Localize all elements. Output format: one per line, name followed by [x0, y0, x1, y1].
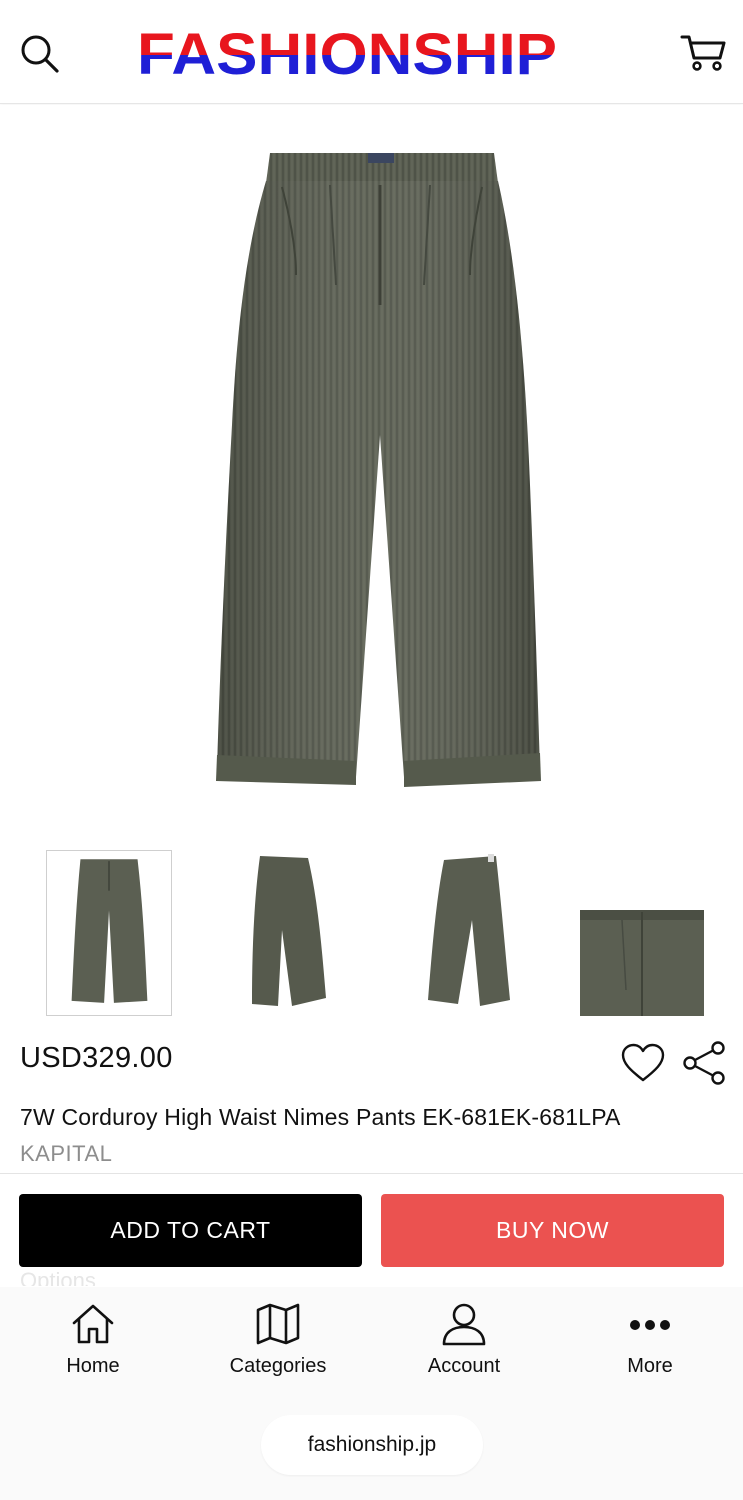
share-icon[interactable]	[680, 1040, 728, 1086]
tab-home-label: Home	[66, 1355, 120, 1377]
tab-categories[interactable]: Categories	[185, 1301, 371, 1391]
cart-icon[interactable]	[680, 32, 726, 72]
more-icon	[630, 1320, 670, 1330]
tab-more[interactable]: More	[557, 1301, 743, 1391]
options-label: Options	[20, 1268, 96, 1286]
tab-home[interactable]: Home	[0, 1301, 186, 1391]
product-main-image[interactable]	[0, 105, 743, 835]
heart-icon[interactable]	[620, 1042, 666, 1084]
thumbnail-side[interactable]	[232, 850, 358, 1016]
thumbnail-strip	[0, 850, 743, 1020]
tab-account-label: Account	[427, 1355, 501, 1377]
add-to-cart-button[interactable]: ADD TO CART	[19, 1194, 362, 1267]
home-icon	[72, 1304, 114, 1344]
user-icon	[442, 1303, 486, 1346]
site-logo[interactable]: FASHIONSHIP FASHIONSHIP	[134, 22, 560, 84]
map-icon	[256, 1303, 300, 1345]
bottom-tab-bar: Home Categories Account More fashionship…	[0, 1287, 743, 1500]
thumbnail-detail[interactable]	[578, 850, 704, 1016]
section-divider	[0, 1173, 743, 1174]
thumbnail-front[interactable]	[46, 850, 172, 1016]
buy-now-button[interactable]: BUY NOW	[381, 1194, 724, 1267]
tab-more-label: More	[627, 1355, 673, 1377]
browser-url-bar[interactable]: fashionship.jp	[261, 1415, 483, 1475]
browser-url-text: fashionship.jp	[307, 1433, 437, 1456]
product-brand[interactable]: KAPITAL	[20, 1141, 112, 1167]
app-header: FASHIONSHIP FASHIONSHIP	[0, 0, 743, 104]
thumbnail-back[interactable]	[418, 850, 544, 1016]
tab-account[interactable]: Account	[371, 1301, 557, 1391]
product-title: 7W Corduroy High Waist Nimes Pants EK-68…	[20, 1104, 621, 1130]
tab-categories-label: Categories	[229, 1355, 327, 1377]
search-icon[interactable]	[18, 32, 60, 74]
product-price: USD329.00	[20, 1042, 173, 1074]
